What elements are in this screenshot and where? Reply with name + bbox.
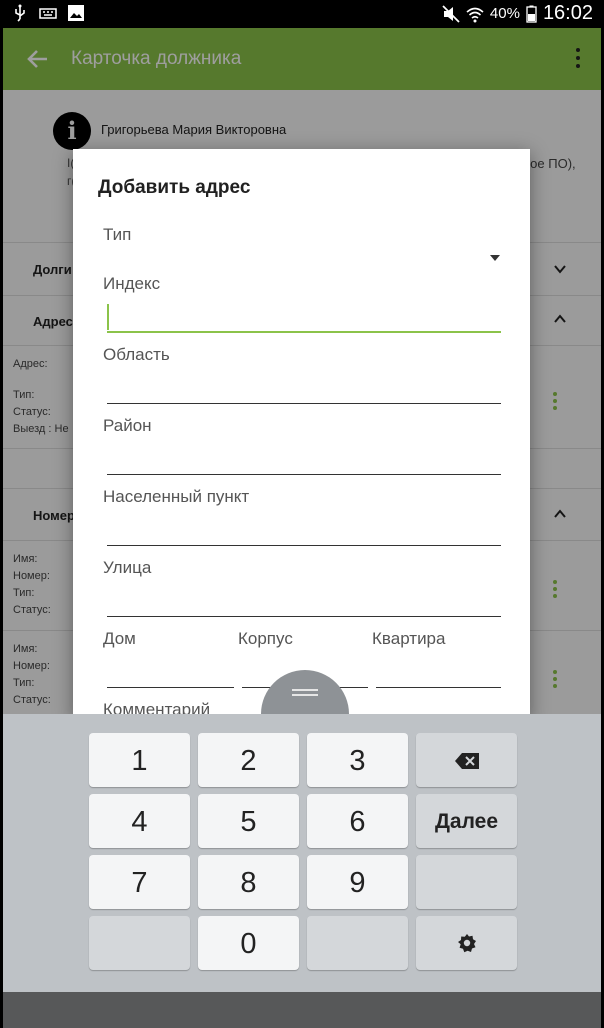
battery-icon	[526, 5, 537, 23]
region-label: Область	[103, 345, 170, 364]
key-3[interactable]: 3	[307, 733, 408, 787]
apartment-input[interactable]	[376, 687, 501, 688]
blank-key	[307, 916, 408, 970]
district-label: Район	[103, 416, 152, 435]
usb-icon	[15, 4, 25, 22]
add-address-dialog: Добавить адрес Тип Индекс Область Район …	[73, 149, 530, 719]
house-input[interactable]	[107, 687, 234, 688]
wifi-icon	[466, 7, 484, 22]
battery-percent: 40%	[489, 5, 520, 22]
street-input[interactable]	[107, 616, 501, 617]
key-9[interactable]: 9	[307, 855, 408, 909]
key-8[interactable]: 8	[198, 855, 299, 909]
text-cursor	[107, 304, 109, 330]
backspace-key[interactable]	[416, 733, 517, 787]
blank-key	[89, 916, 190, 970]
locality-input[interactable]	[107, 545, 501, 546]
settings-key[interactable]	[416, 916, 517, 970]
locality-label: Населенный пункт	[103, 487, 250, 506]
dialog-title: Добавить адрес	[98, 177, 251, 198]
keyboard-icon	[39, 8, 57, 19]
house-label: Дом	[103, 629, 136, 648]
index-input[interactable]	[107, 331, 501, 333]
index-label: Индекс	[103, 274, 161, 293]
key-6[interactable]: 6	[307, 794, 408, 848]
blank-key	[416, 855, 517, 909]
district-input[interactable]	[107, 474, 501, 475]
navigation-area	[3, 992, 601, 1028]
region-input[interactable]	[107, 403, 501, 404]
street-label: Улица	[103, 558, 152, 577]
type-label: Тип	[103, 225, 132, 244]
clock: 16:02	[542, 2, 593, 24]
key-1[interactable]: 1	[89, 733, 190, 787]
status-bar: 40% 16:02	[3, 0, 601, 28]
key-2[interactable]: 2	[198, 733, 299, 787]
key-4[interactable]: 4	[89, 794, 190, 848]
key-5[interactable]: 5	[198, 794, 299, 848]
mute-icon	[442, 4, 460, 23]
next-key[interactable]: Далее	[416, 794, 517, 848]
type-dropdown-arrow-icon[interactable]	[490, 255, 500, 261]
key-7[interactable]: 7	[89, 855, 190, 909]
apartment-label: Квартира	[372, 629, 446, 648]
key-0[interactable]: 0	[198, 916, 299, 970]
numeric-keyboard: 1 2 3 4 5 6 Далее 7 8 9 0	[3, 714, 601, 992]
backspace-icon	[454, 753, 479, 769]
image-icon	[68, 5, 84, 21]
screen: 40% 16:02 Карточка должника i Григорьева…	[3, 0, 601, 1028]
gear-icon	[457, 934, 476, 953]
building-label: Корпус	[238, 629, 293, 648]
